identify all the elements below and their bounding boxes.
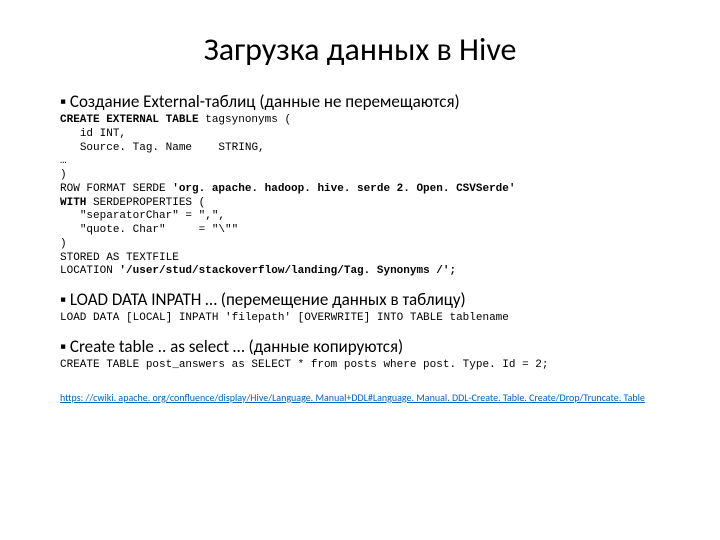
code-external-table: CREATE EXTERNAL TABLE tagsynonyms ( id I…: [60, 114, 660, 279]
bullet-load-data: LOAD DATA INPATH … (перемещение данных в…: [60, 289, 660, 310]
slide-title: Загрузка данных в Hive: [60, 30, 660, 69]
reference-link[interactable]: https: //cwiki. apache. org/confluence/d…: [60, 391, 660, 404]
bullet-external-table: Создание External-таблиц (данные не пере…: [60, 91, 660, 112]
code-create-select: CREATE TABLE post_answers as SELECT * fr…: [60, 359, 660, 373]
bullet-create-select: Create table .. as select … (данные копи…: [60, 336, 660, 357]
code-load-data: LOAD DATA [LOCAL] INPATH 'filepath' [OVE…: [60, 312, 660, 326]
